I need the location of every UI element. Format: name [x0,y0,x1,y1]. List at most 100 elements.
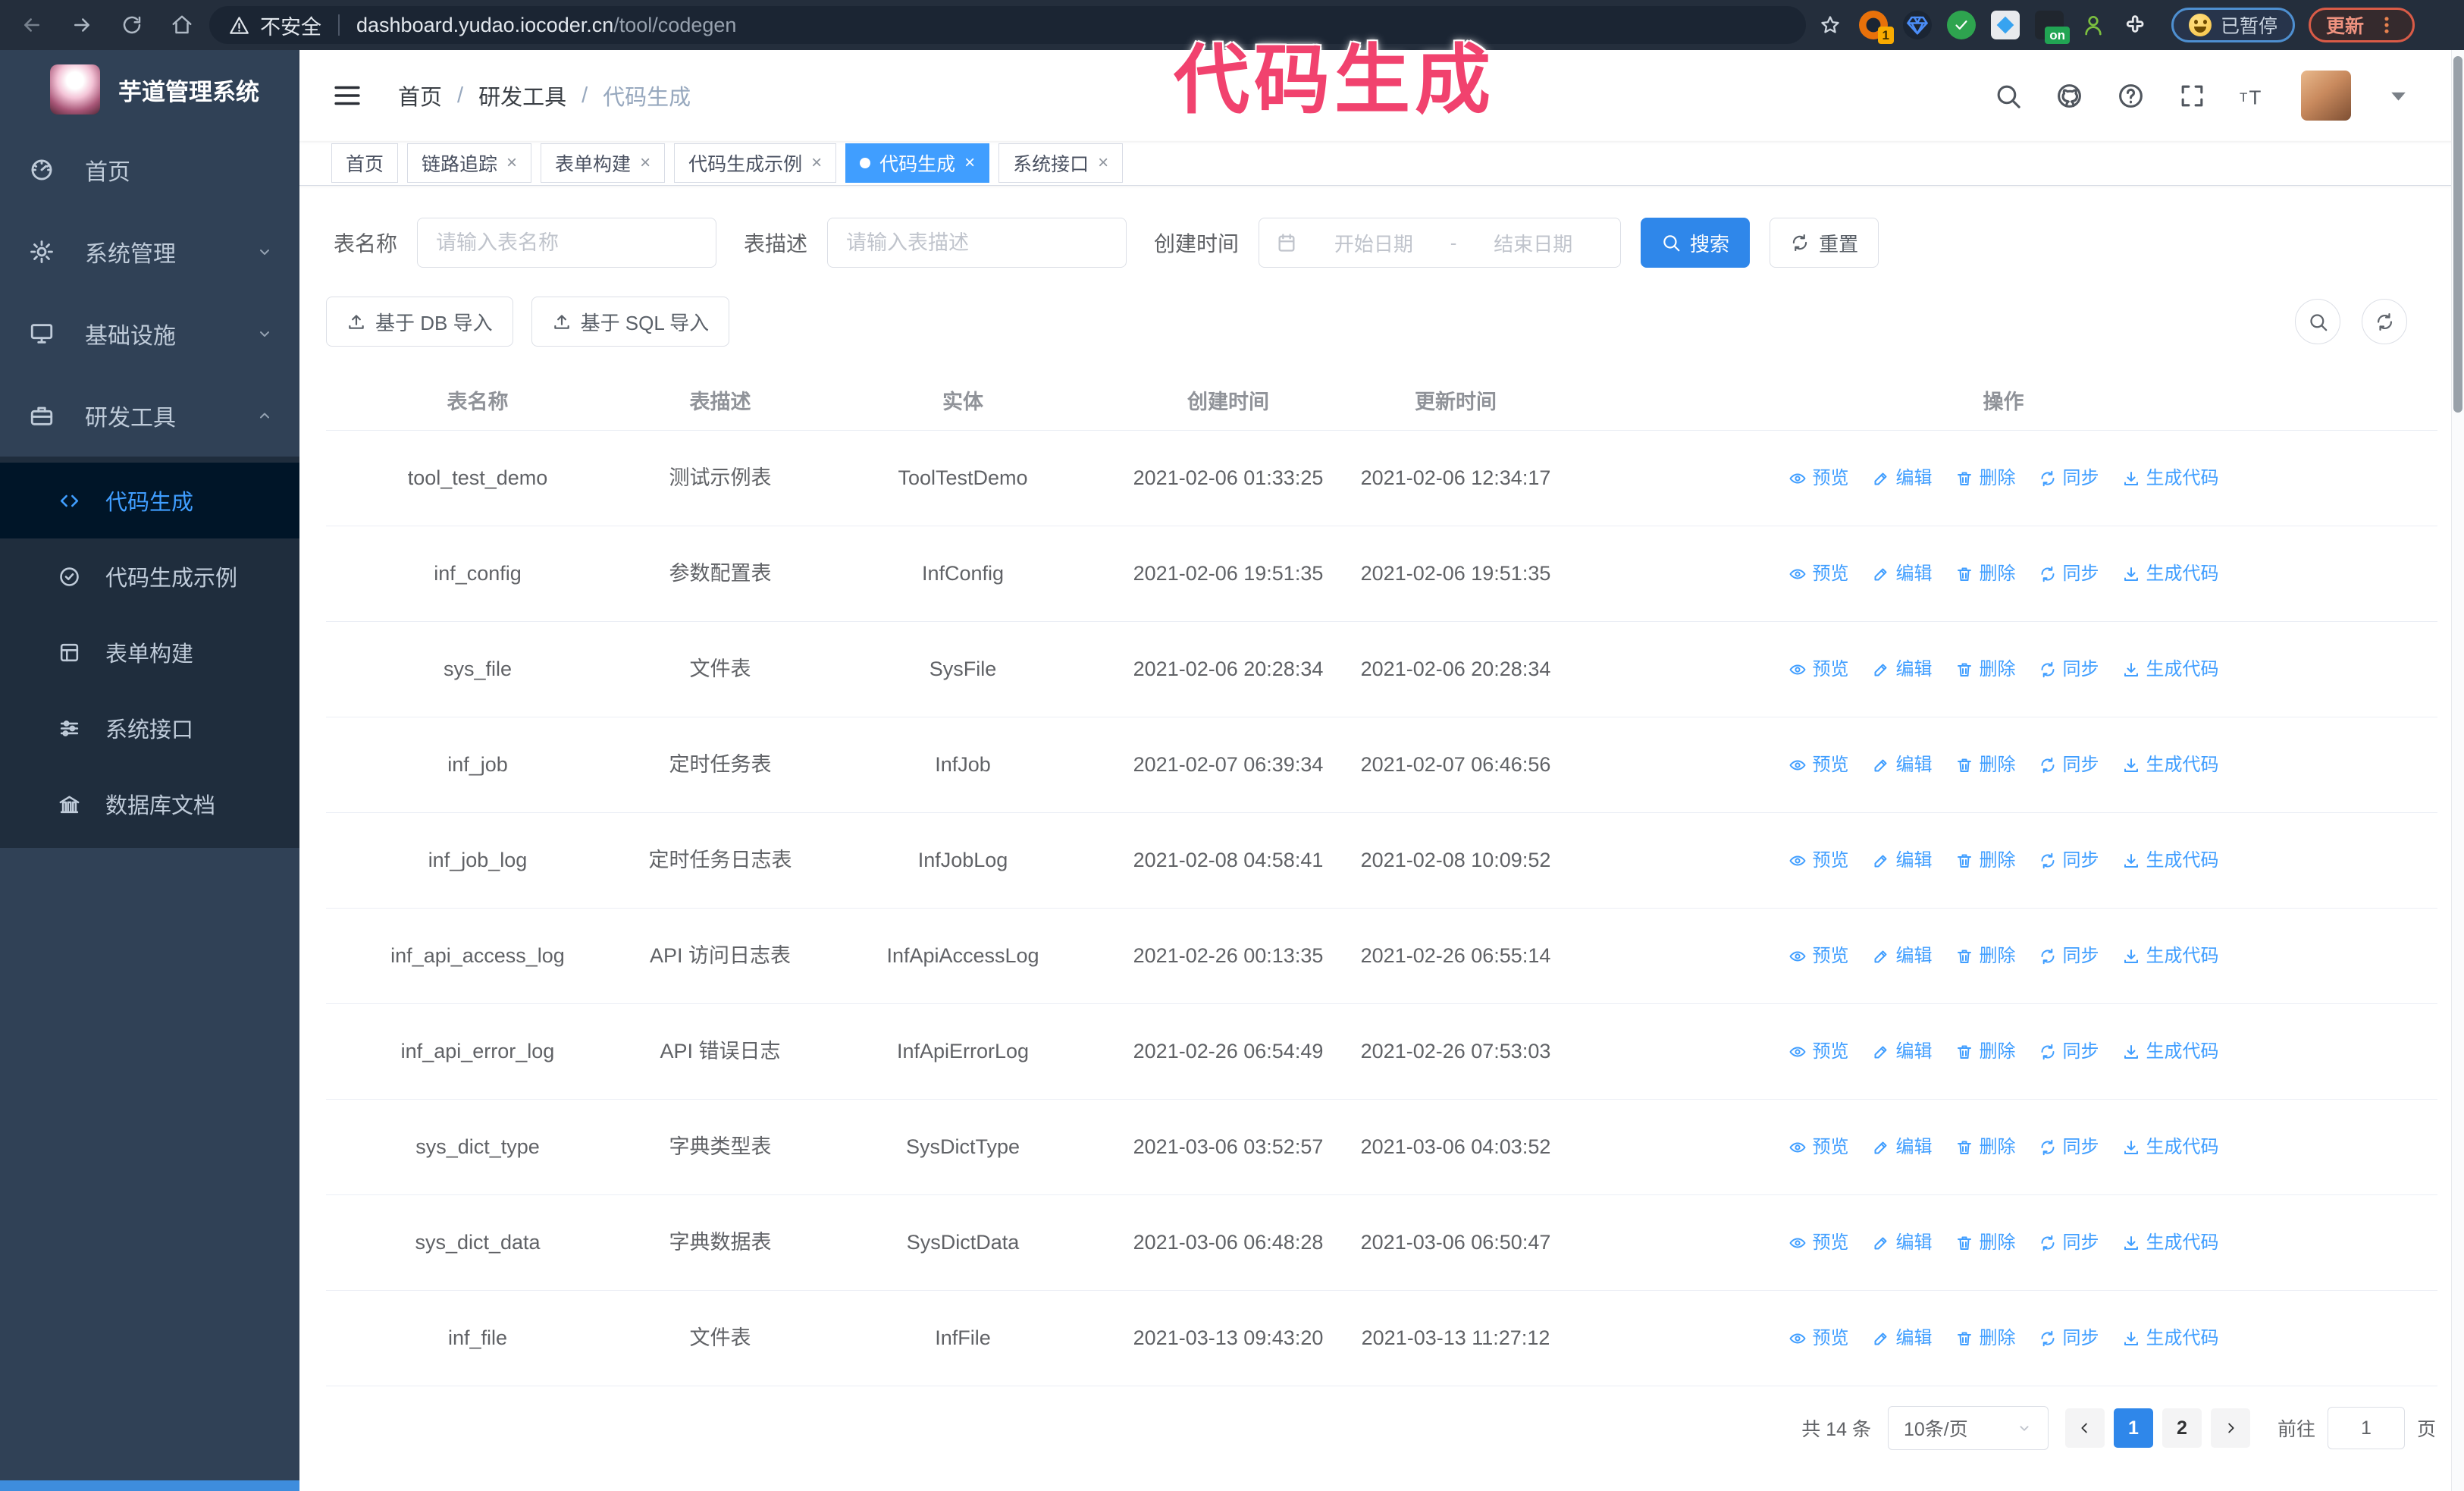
view-tab-form-builder[interactable]: 表单构建 × [541,143,666,183]
row-action-preview[interactable]: 预览 [1788,750,1849,780]
row-action-delete[interactable]: 删除 [1955,941,2016,972]
browser-reload-icon[interactable] [115,8,149,42]
page-button-1[interactable]: 1 [2113,1408,2153,1448]
sidebar-subitem-db-doc[interactable]: 数据库文档 [0,766,299,842]
row-action-edit[interactable]: 编辑 [1872,941,1933,972]
row-action-delete[interactable]: 删除 [1955,654,2016,685]
fullscreen-icon[interactable] [2178,82,2206,110]
row-action-generate[interactable]: 生成代码 [2122,463,2219,494]
table-name-input[interactable] [417,218,717,268]
row-action-edit[interactable]: 编辑 [1872,1037,1933,1067]
browser-address-bar[interactable]: 不安全 dashboard.yudao.iocoder.cn/tool/code… [209,6,1806,44]
row-action-generate[interactable]: 生成代码 [2122,654,2219,685]
scrollbar-thumb[interactable] [2453,56,2462,413]
row-action-preview[interactable]: 预览 [1788,1323,1849,1354]
extension-icon[interactable]: on [2035,11,2070,44]
row-action-generate[interactable]: 生成代码 [2122,1323,2219,1354]
sidebar-collapse-icon[interactable] [331,80,363,111]
row-action-edit[interactable]: 编辑 [1872,1228,1933,1258]
row-action-sync[interactable]: 同步 [2039,941,2099,972]
row-action-delete[interactable]: 删除 [1955,750,2016,780]
goto-page-input[interactable] [2327,1407,2405,1449]
row-action-generate[interactable]: 生成代码 [2122,750,2219,780]
row-action-delete[interactable]: 删除 [1955,846,2016,876]
view-tab-system-api[interactable]: 系统接口 × [998,143,1124,183]
row-action-delete[interactable]: 删除 [1955,559,2016,589]
sidebar-item-home[interactable]: 首页 [0,129,299,211]
avatar-caret-icon[interactable] [2384,82,2412,110]
row-action-preview[interactable]: 预览 [1788,941,1849,972]
breadcrumb-item[interactable]: 首页 [398,80,442,111]
not-secure-warning-icon[interactable] [229,15,249,36]
table-desc-input[interactable] [827,218,1127,268]
sidebar-item-devtools[interactable]: 研发工具 [0,375,299,457]
close-tab-icon[interactable]: × [506,154,517,172]
extensions-puzzle-icon[interactable] [2123,11,2152,39]
toggle-search-button[interactable] [2295,299,2340,344]
row-action-edit[interactable]: 编辑 [1872,1132,1933,1163]
import-db-button[interactable]: 基于 DB 导入 [326,297,513,347]
row-action-delete[interactable]: 删除 [1955,463,2016,494]
breadcrumb-item[interactable]: 研发工具 [478,80,566,111]
close-tab-icon[interactable]: × [964,154,975,172]
view-tab-home[interactable]: 首页 [331,143,399,183]
row-action-preview[interactable]: 预览 [1788,559,1849,589]
close-tab-icon[interactable]: × [811,154,822,172]
bookmark-star-icon[interactable] [1820,14,1841,36]
next-page-button[interactable] [2210,1408,2250,1448]
font-size-icon[interactable]: TT [2240,82,2268,110]
browser-menu-dots-icon[interactable] [2376,14,2397,36]
github-icon[interactable] [2055,82,2083,110]
prev-page-button[interactable] [2064,1408,2105,1448]
reset-button[interactable]: 重置 [1770,218,1879,268]
row-action-sync[interactable]: 同步 [2039,463,2099,494]
browser-forward-icon[interactable] [65,8,99,42]
row-action-delete[interactable]: 删除 [1955,1228,2016,1258]
sidebar-subitem-system-api[interactable]: 系统接口 [0,690,299,766]
row-action-preview[interactable]: 预览 [1788,1037,1849,1067]
row-action-generate[interactable]: 生成代码 [2122,559,2219,589]
extension-icon[interactable]: 1 [1859,11,1894,44]
row-action-preview[interactable]: 预览 [1788,654,1849,685]
extension-icon[interactable] [1947,11,1976,39]
row-action-sync[interactable]: 同步 [2039,1323,2099,1354]
import-sql-button[interactable]: 基于 SQL 导入 [531,297,730,347]
sidebar-subitem-codegen[interactable]: 代码生成 [0,463,299,538]
view-tab-codegen-example[interactable]: 代码生成示例 × [674,143,837,183]
row-action-preview[interactable]: 预览 [1788,463,1849,494]
row-action-generate[interactable]: 生成代码 [2122,941,2219,972]
sidebar-subitem-form-builder[interactable]: 表单构建 [0,614,299,690]
user-avatar[interactable] [2301,71,2351,121]
row-action-sync[interactable]: 同步 [2039,846,2099,876]
app-logo[interactable]: 芋道管理系统 [0,50,299,129]
row-action-generate[interactable]: 生成代码 [2122,1132,2219,1163]
row-action-sync[interactable]: 同步 [2039,1037,2099,1067]
date-range-picker[interactable]: 开始日期 - 结束日期 [1259,218,1622,268]
extension-icon[interactable] [2079,11,2108,39]
browser-home-icon[interactable] [165,8,199,42]
sidebar-item-system[interactable]: 系统管理 [0,211,299,293]
header-search-icon[interactable] [1994,82,2022,110]
row-action-sync[interactable]: 同步 [2039,750,2099,780]
row-action-sync[interactable]: 同步 [2039,559,2099,589]
row-action-generate[interactable]: 生成代码 [2122,1037,2219,1067]
browser-update-button[interactable]: 更新 [2309,8,2415,42]
row-action-delete[interactable]: 删除 [1955,1323,2016,1354]
row-action-delete[interactable]: 删除 [1955,1132,2016,1163]
close-tab-icon[interactable]: × [640,154,650,172]
row-action-generate[interactable]: 生成代码 [2122,846,2219,876]
row-action-sync[interactable]: 同步 [2039,1132,2099,1163]
view-tab-trace[interactable]: 链路追踪 × [407,143,532,183]
row-action-preview[interactable]: 预览 [1788,1132,1849,1163]
row-action-edit[interactable]: 编辑 [1872,654,1933,685]
page-button-2[interactable]: 2 [2161,1408,2202,1448]
extension-icon[interactable] [1991,11,2020,39]
refresh-table-button[interactable] [2362,299,2407,344]
sidebar-item-infra[interactable]: 基础设施 [0,293,299,375]
extension-icon[interactable] [1903,11,1932,39]
close-tab-icon[interactable]: × [1098,154,1108,172]
profile-paused-badge[interactable]: 已暂停 [2171,8,2296,42]
row-action-preview[interactable]: 预览 [1788,846,1849,876]
row-action-sync[interactable]: 同步 [2039,1228,2099,1258]
page-size-select[interactable]: 10条/页 [1887,1406,2049,1450]
